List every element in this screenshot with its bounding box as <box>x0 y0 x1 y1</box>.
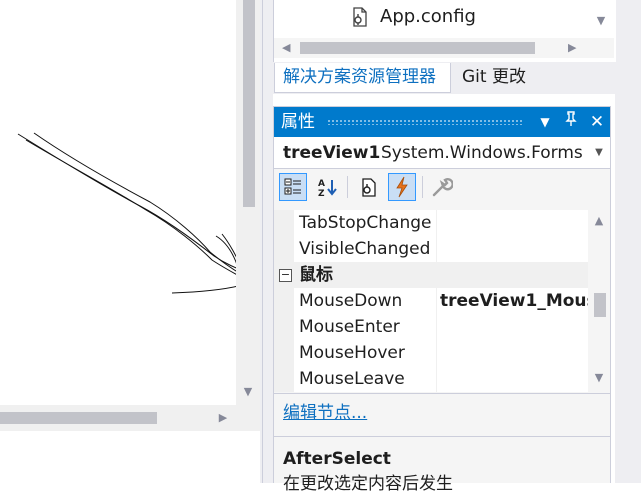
row-gutter <box>274 366 294 392</box>
property-pages-button[interactable] <box>428 173 456 201</box>
toolbar-separator <box>347 176 348 198</box>
column-divider <box>436 236 437 262</box>
selected-object-name: treeView1 <box>283 143 381 163</box>
pin-icon[interactable] <box>560 111 582 133</box>
events-button[interactable] <box>388 173 416 201</box>
scroll-left-arrow-icon[interactable]: ◀ <box>282 39 294 57</box>
divider <box>274 393 610 394</box>
scroll-down-arrow-icon[interactable]: ▼ <box>240 384 256 400</box>
column-divider <box>436 314 437 340</box>
property-name-mouseleave[interactable]: MouseLeave <box>299 366 405 392</box>
close-icon[interactable]: ✕ <box>586 111 608 133</box>
row-gutter <box>274 210 294 236</box>
column-divider <box>436 288 437 314</box>
solution-horizontal-scroll-thumb[interactable] <box>300 42 535 54</box>
window-position-dropdown-icon[interactable]: ▼ <box>534 111 556 133</box>
svg-text:Z: Z <box>318 189 325 197</box>
selected-object-type: System.Windows.Forms <box>381 143 583 163</box>
column-divider <box>436 210 437 236</box>
designer-horizontal-scroll-thumb[interactable] <box>0 412 157 424</box>
scroll-right-arrow-icon[interactable]: ▶ <box>216 410 230 426</box>
toolbar-separator <box>422 176 423 198</box>
alphabetical-icon: A Z <box>318 179 337 197</box>
edit-nodes-link[interactable]: 编辑节点... <box>283 400 367 426</box>
title-bar-grip[interactable] <box>327 119 523 125</box>
designer-vertical-scroll-thumb[interactable] <box>243 0 255 207</box>
row-gutter <box>274 314 294 340</box>
divider <box>274 436 610 437</box>
column-divider <box>436 340 437 366</box>
lightning-icon <box>396 176 408 198</box>
description-text: 在更改选定内容后发生 <box>283 474 453 494</box>
property-name-mousedown[interactable]: MouseDown <box>299 288 402 314</box>
categorized-button[interactable] <box>279 173 307 201</box>
row-gutter <box>274 236 294 262</box>
tab-solution-explorer[interactable]: 解决方案资源管理器 <box>274 63 451 93</box>
property-name-tabstopchanged[interactable]: TabStopChange <box>299 210 432 236</box>
property-grid-scroll-thumb[interactable] <box>594 293 606 317</box>
properties-title: 属性 <box>281 112 315 132</box>
description-title: AfterSelect <box>283 449 391 469</box>
categorized-icon <box>284 178 301 195</box>
alphabetical-button[interactable]: A Z <box>313 173 341 201</box>
properties-button[interactable] <box>354 173 382 201</box>
property-name-visiblechanged[interactable]: VisibleChanged <box>299 236 430 262</box>
scroll-up-arrow-icon[interactable]: ▲ <box>591 212 607 230</box>
properties-icon <box>362 178 376 197</box>
pane-divider <box>262 0 263 483</box>
row-gutter <box>274 288 294 314</box>
scroll-right-arrow-icon[interactable]: ▶ <box>568 39 580 57</box>
row-gutter <box>274 340 294 366</box>
category-label: 鼠标 <box>299 265 333 285</box>
hand-drawn-arrow <box>17 132 240 294</box>
wrench-icon <box>432 178 453 197</box>
property-value-mousedown[interactable]: treeView1_Mous <box>440 288 588 314</box>
column-divider <box>436 366 437 392</box>
scroll-down-arrow-icon[interactable]: ▼ <box>593 12 609 30</box>
property-name-mousehover[interactable]: MouseHover <box>299 340 405 366</box>
solution-item-app-config[interactable]: App.config <box>380 6 476 28</box>
tab-git-changes[interactable]: Git 更改 <box>452 63 536 93</box>
scrollbar-corner <box>236 405 260 431</box>
collapse-icon[interactable]: − <box>279 269 292 282</box>
property-name-mouseenter[interactable]: MouseEnter <box>299 314 400 340</box>
scroll-down-arrow-icon[interactable]: ▼ <box>591 369 607 387</box>
config-file-icon <box>353 7 367 27</box>
svg-text:A: A <box>318 179 325 189</box>
chevron-down-icon[interactable]: ▼ <box>592 143 606 163</box>
